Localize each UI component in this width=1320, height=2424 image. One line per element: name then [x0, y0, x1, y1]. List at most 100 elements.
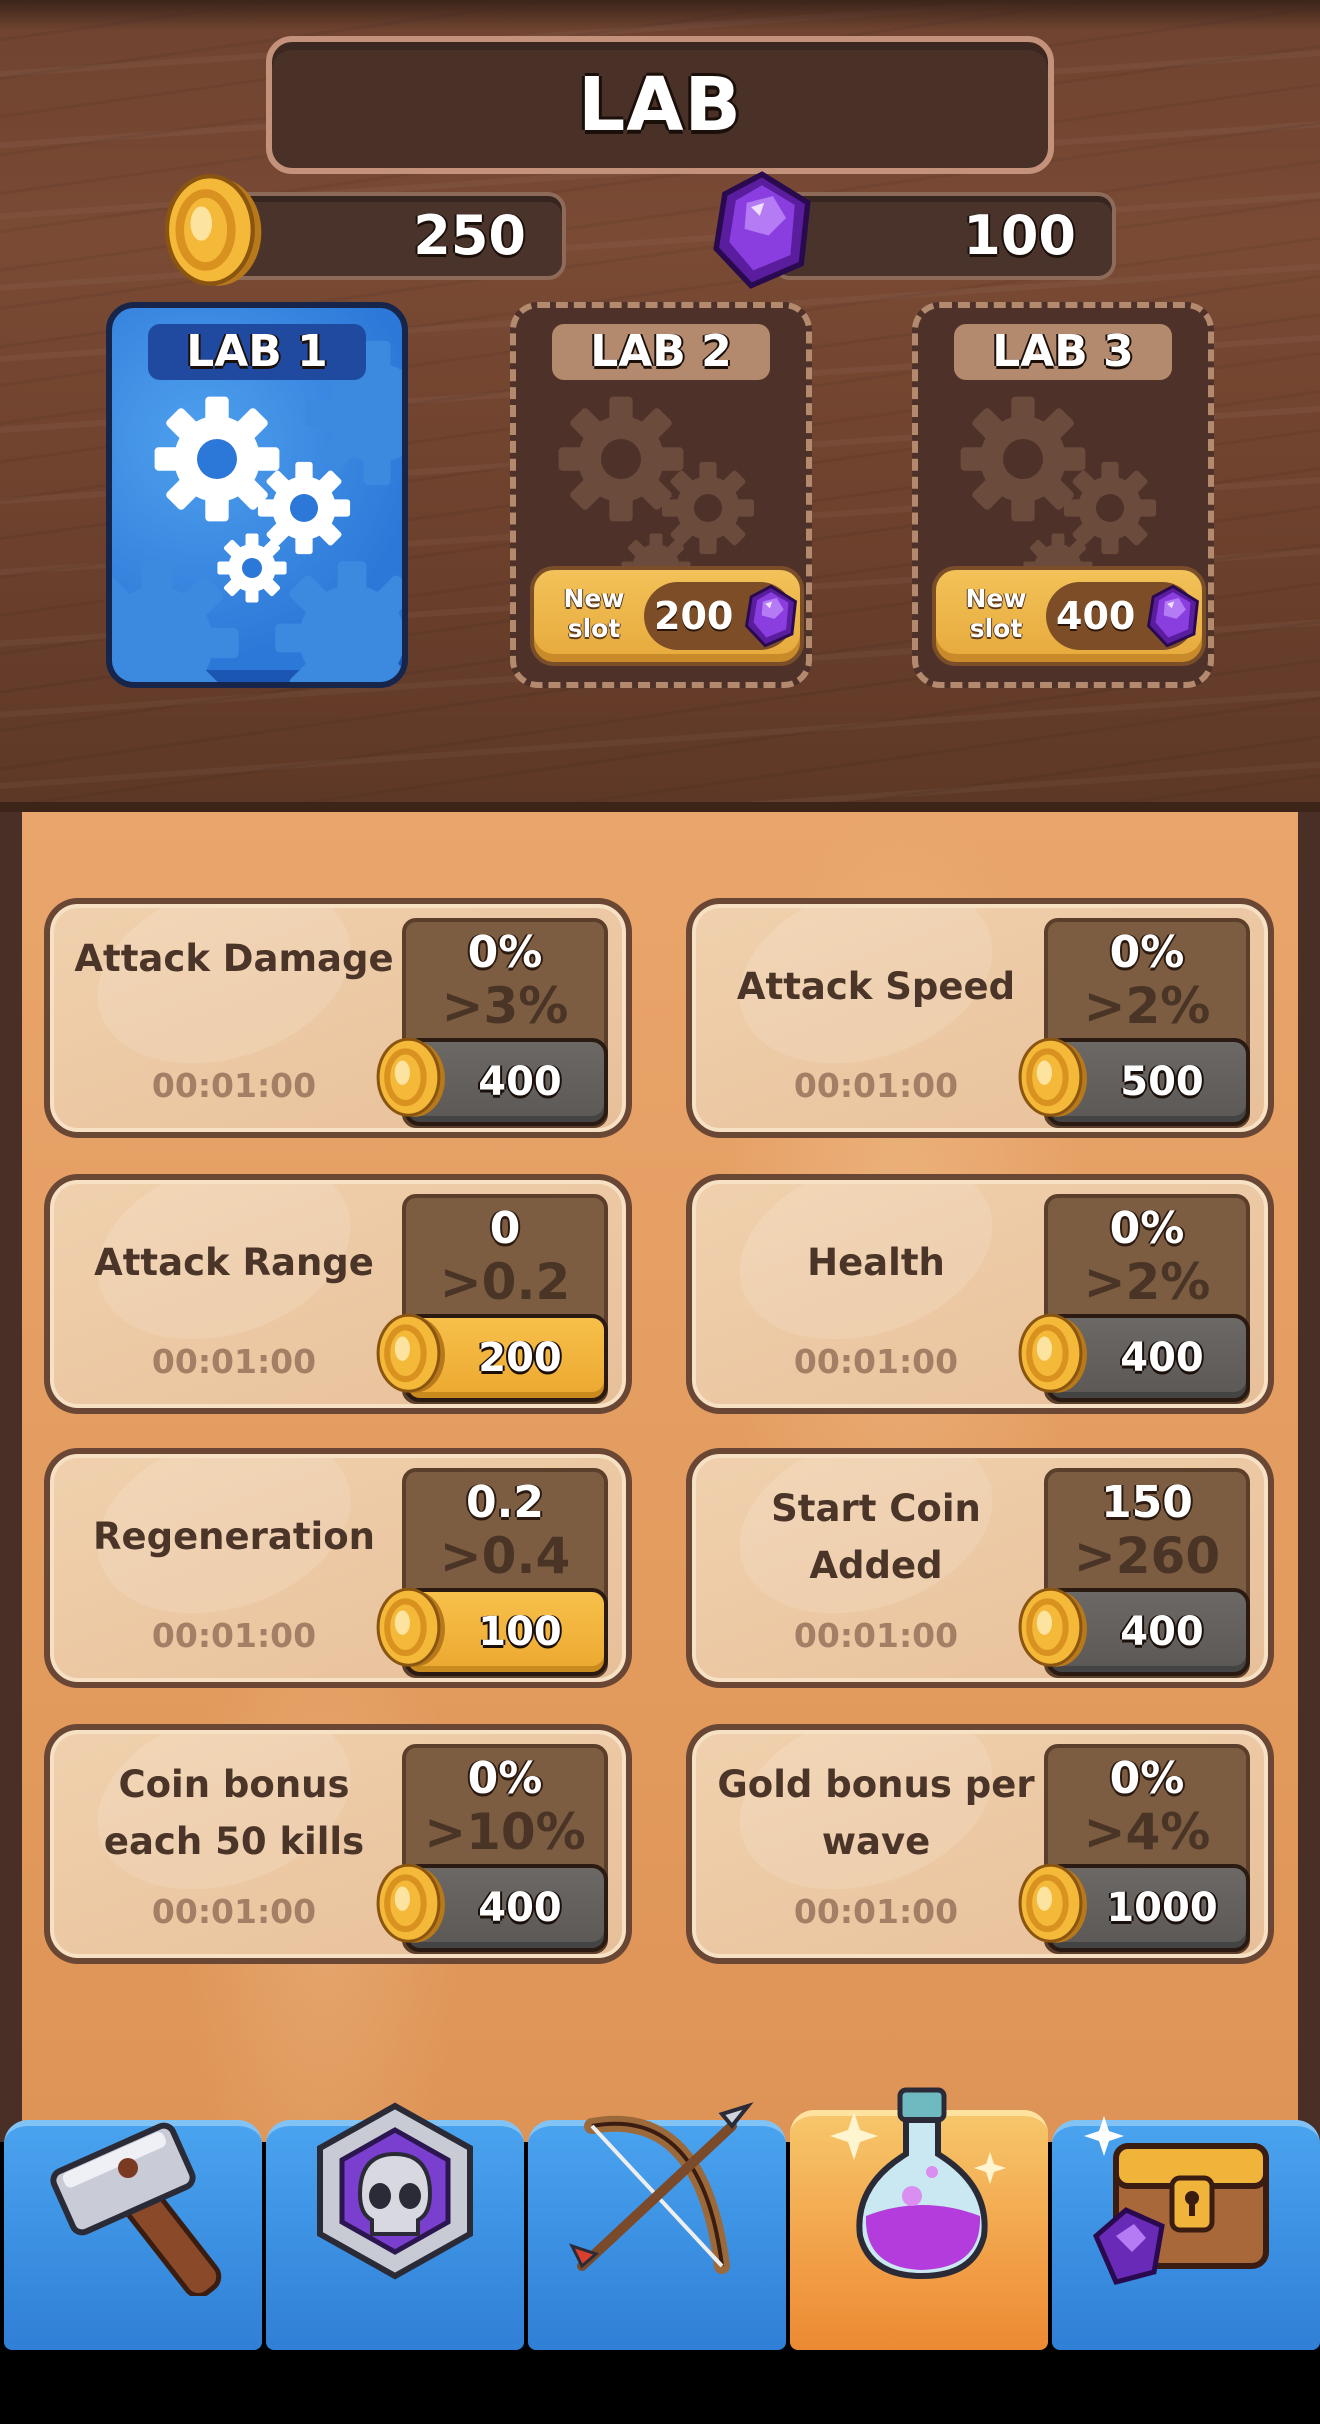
upgrade-card-body: Attack Damage 00:01:00 0% >3% 400	[50, 904, 626, 1132]
upgrade-name: Regeneration	[93, 1515, 375, 1558]
upgrade-card[interactable]: Gold bonus per wave 00:01:00 0% >4% 1000	[686, 1724, 1274, 1964]
upgrade-current-value: 0%	[467, 1753, 543, 1804]
upgrade-cost: 400	[1120, 1609, 1204, 1655]
coin-amount: 250	[413, 204, 526, 267]
top-panel: LAB 250 100 LAB 1 LAB 2 New slot 200 LAB…	[0, 0, 1320, 812]
bottom-bar	[0, 2350, 1320, 2424]
upgrade-next-value: >260	[1073, 1527, 1221, 1585]
skull-badge-icon	[317, 2102, 473, 2280]
upgrade-current-value: 0.2	[466, 1477, 544, 1528]
upgrade-card[interactable]: Attack Speed 00:01:00 0% >2% 500	[686, 898, 1274, 1138]
bottom-nav	[0, 2087, 1320, 2350]
upgrade-card[interactable]: Health 00:01:00 0% >2% 400	[686, 1174, 1274, 1414]
upgrade-name: Health	[807, 1241, 945, 1284]
gem-icon	[740, 584, 802, 648]
nav-tab-forge[interactable]	[4, 2120, 262, 2350]
lab-slot-label: LAB 3	[954, 324, 1172, 380]
gem-icon	[706, 170, 818, 290]
upgrade-card[interactable]: Attack Range 00:01:00 0 >0.2 200	[44, 1174, 632, 1414]
slot-price: 200	[644, 582, 794, 650]
upgrade-current-value: 0%	[1109, 1753, 1185, 1804]
bow-arrow-icon	[569, 2102, 754, 2274]
upgrade-cost: 1000	[1106, 1885, 1218, 1931]
upgrade-card-body: Gold bonus per wave 00:01:00 0% >4% 1000	[692, 1730, 1268, 1958]
coin-icon	[1014, 1586, 1090, 1670]
nav-tab-enemies[interactable]	[266, 2102, 524, 2350]
upgrade-name: Attack Damage	[74, 937, 394, 980]
upgrade-cost: 500	[1120, 1059, 1204, 1105]
buy-new-slot-button[interactable]: New slot 400	[932, 566, 1206, 666]
upgrade-cost: 400	[1120, 1335, 1204, 1381]
hammer-icon	[50, 2122, 222, 2296]
upgrade-card[interactable]: Attack Damage 00:01:00 0% >3% 400	[44, 898, 632, 1138]
upgrade-name: Attack Range	[94, 1241, 374, 1284]
upgrade-name: Attack Speed	[736, 965, 1016, 1008]
gem-balance: 100	[772, 192, 1116, 280]
upgrade-timer: 00:01:00	[151, 1892, 317, 1931]
gem-icon	[1142, 584, 1204, 648]
upgrade-cost: 100	[478, 1609, 562, 1655]
upgrade-card-body: Start Coin Added 00:01:00 150 >260 400	[692, 1454, 1268, 1682]
slot-price-value: 200	[654, 594, 734, 638]
coin-icon	[158, 172, 266, 290]
upgrade-next-value: >0.2	[439, 1253, 571, 1311]
upgrade-current-value: 150	[1101, 1477, 1193, 1528]
upgrade-timer: 00:01:00	[151, 1342, 317, 1381]
nav-tab-shop[interactable]	[1052, 2116, 1320, 2350]
upgrade-card-body: Coin bonus each 50 kills 00:01:00 0% >10…	[50, 1730, 626, 1958]
coin-icon	[1014, 1312, 1090, 1396]
nav-tab-lab[interactable]	[790, 2087, 1048, 2350]
gears-icon	[154, 396, 351, 603]
upgrade-card-body: Health 00:01:00 0% >2% 400	[692, 1180, 1268, 1408]
upgrade-next-value: >10%	[424, 1803, 586, 1861]
potion-flask-icon	[830, 2087, 1006, 2280]
upgrade-card-body: Attack Range 00:01:00 0 >0.2 200	[50, 1180, 626, 1408]
upgrade-card[interactable]: Regeneration 00:01:00 0.2 >0.4 100	[44, 1448, 632, 1688]
upgrade-timer: 00:01:00	[793, 1342, 959, 1381]
nav-tab-weapons[interactable]	[528, 2102, 786, 2350]
coin-icon	[372, 1036, 448, 1120]
upgrade-card-body: Regeneration 00:01:00 0.2 >0.4 100	[50, 1454, 626, 1682]
upgrade-card-body: Attack Speed 00:01:00 0% >2% 500	[692, 904, 1268, 1132]
coin-icon	[1014, 1862, 1090, 1946]
lab-slot-2: LAB 2 New slot 200	[510, 302, 812, 688]
coin-icon	[1014, 1036, 1090, 1120]
slot-price: 400	[1046, 582, 1196, 650]
upgrade-current-value: 0%	[1109, 1203, 1185, 1254]
upgrade-name: Start Coin Added	[771, 1487, 981, 1587]
upgrade-next-value: >3%	[441, 977, 569, 1035]
coin-icon	[372, 1586, 448, 1670]
upgrade-next-value: >0.4	[439, 1527, 571, 1585]
upgrade-current-value: 0%	[1109, 927, 1185, 978]
treasure-chest-icon	[1084, 2116, 1269, 2285]
upgrade-cost: 200	[478, 1335, 562, 1381]
upgrade-timer: 00:01:00	[151, 1066, 317, 1105]
slot-price-value: 400	[1056, 594, 1136, 638]
title-banner: LAB	[266, 36, 1054, 174]
upgrade-timer: 00:01:00	[793, 1892, 959, 1931]
coin-icon	[372, 1312, 448, 1396]
lab-slot-3: LAB 3 New slot 400	[912, 302, 1214, 688]
upgrade-timer: 00:01:00	[151, 1616, 317, 1655]
coin-icon	[372, 1862, 448, 1946]
page-title: LAB	[578, 62, 742, 148]
upgrade-name: Coin bonus each 50 kills	[103, 1763, 365, 1863]
upgrades-panel: Attack Damage 00:01:00 0% >3% 400 Attack…	[0, 812, 1320, 2142]
upgrade-card[interactable]: Coin bonus each 50 kills 00:01:00 0% >10…	[44, 1724, 632, 1964]
upgrade-next-value: >4%	[1083, 1803, 1211, 1861]
new-slot-label: New slot	[563, 584, 625, 643]
new-slot-label: New slot	[965, 584, 1027, 643]
upgrade-cost: 400	[478, 1059, 562, 1105]
lab-slot-1[interactable]: LAB 1	[106, 302, 408, 688]
upgrade-current-value: 0%	[467, 927, 543, 978]
lab-slot-label: LAB 2	[552, 324, 770, 380]
buy-new-slot-button[interactable]: New slot 200	[530, 566, 804, 666]
upgrade-current-value: 0	[489, 1203, 521, 1254]
upgrade-cost: 400	[478, 1885, 562, 1931]
lab-slot-label: LAB 1	[148, 324, 366, 380]
upgrade-timer: 00:01:00	[793, 1066, 959, 1105]
upgrade-next-value: >2%	[1083, 977, 1211, 1035]
upgrade-card[interactable]: Start Coin Added 00:01:00 150 >260 400	[686, 1448, 1274, 1688]
upgrade-next-value: >2%	[1083, 1253, 1211, 1311]
upgrade-name: Gold bonus per wave	[717, 1763, 1035, 1863]
